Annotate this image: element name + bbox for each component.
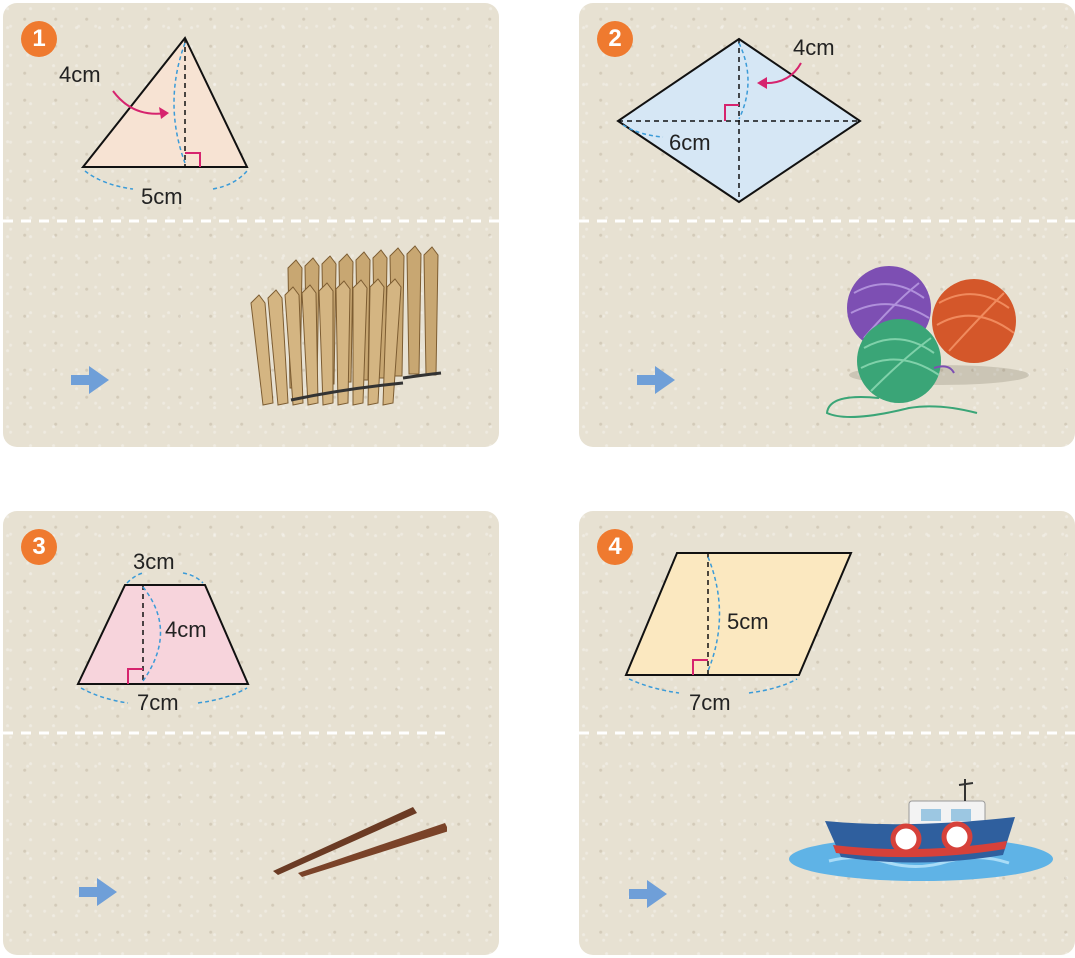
height-label: 5cm [727, 609, 769, 634]
card-3-diagram: 3cm 4cm 7cm [3, 549, 447, 877]
arrow-right-icon [71, 366, 109, 394]
dried-fish-bundle-icon [250, 245, 442, 406]
height-label: 4cm [165, 617, 207, 642]
base-label: 7cm [689, 690, 731, 715]
top-label: 3cm [133, 549, 175, 574]
top-brace [126, 572, 204, 584]
arrow-right-icon [637, 366, 675, 394]
arrow-right-icon [79, 878, 117, 906]
height-label: 4cm [59, 62, 101, 87]
base-label: 5cm [141, 184, 183, 209]
trapezoid-shape [76, 584, 250, 685]
chopsticks-icon [273, 807, 447, 877]
vertical-diagonal-label: 4cm [793, 35, 835, 60]
triangle-shape [80, 36, 249, 168]
yarn-balls-icon [825, 266, 1029, 418]
boat-icon [789, 779, 1053, 881]
arrow-right-icon [629, 880, 667, 908]
card-2: 2 4cm 6cm [579, 3, 1075, 447]
base-label: 7cm [137, 690, 179, 715]
horizontal-diagonal-label: 6cm [669, 130, 711, 155]
card-1: 1 4cm 5cm [3, 3, 499, 447]
card-3: 3 3cm 4cm 7cm [3, 511, 499, 955]
card-4: 4 5cm 7cm [579, 511, 1075, 955]
